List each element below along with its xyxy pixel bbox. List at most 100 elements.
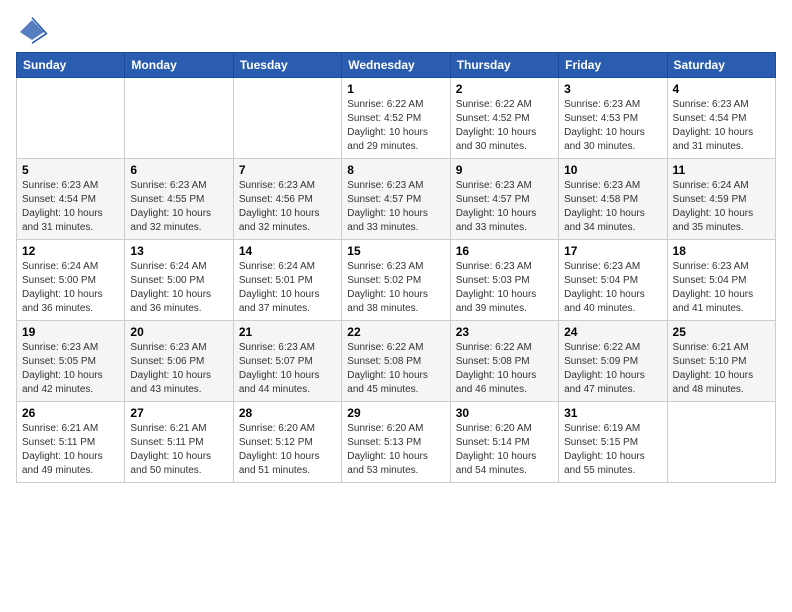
weekday-header: Sunday xyxy=(17,53,125,78)
day-info: Sunrise: 6:23 AM Sunset: 4:57 PM Dayligh… xyxy=(456,179,553,235)
calendar-cell: 8 Sunrise: 6:23 AM Sunset: 4:57 PM Daylig… xyxy=(342,159,450,240)
day-info: Sunrise: 6:23 AM Sunset: 4:54 PM Dayligh… xyxy=(22,179,119,235)
day-number: 15 xyxy=(347,244,444,258)
calendar-cell: 6 Sunrise: 6:23 AM Sunset: 4:55 PM Daylig… xyxy=(125,159,233,240)
calendar-cell: 19Sunrise: 6:23 AM Sunset: 5:05 PM Dayli… xyxy=(17,321,125,402)
calendar-cell xyxy=(125,78,233,159)
day-number: 31 xyxy=(564,406,661,420)
day-info: Sunrise: 6:24 AM Sunset: 5:00 PM Dayligh… xyxy=(22,260,119,316)
calendar-cell: 12 Sunrise: 6:24 AM Sunset: 5:00 PM Dayli… xyxy=(17,240,125,321)
day-number: 10 xyxy=(564,163,661,177)
day-info: Sunrise: 6:24 AM Sunset: 5:01 PM Dayligh… xyxy=(239,260,336,316)
day-number: 6 xyxy=(130,163,227,177)
day-info: Sunrise: 6:23 AM Sunset: 4:54 PM Dayligh… xyxy=(673,98,770,154)
day-info: Sunrise: 6:23 AM Sunset: 5:03 PM Dayligh… xyxy=(456,260,553,316)
day-info: Sunrise: 6:24 AM Sunset: 5:00 PM Dayligh… xyxy=(130,260,227,316)
calendar-cell: 9 Sunrise: 6:23 AM Sunset: 4:57 PM Daylig… xyxy=(450,159,558,240)
day-number: 19 xyxy=(22,325,119,339)
calendar-cell: 20 Sunrise: 6:23 AM Sunset: 5:06 PM Dayli… xyxy=(125,321,233,402)
calendar-cell: 4 Sunrise: 6:23 AM Sunset: 4:54 PM Daylig… xyxy=(667,78,775,159)
calendar-table: SundayMondayTuesdayWednesdayThursdayFrid… xyxy=(16,52,776,483)
weekday-header: Wednesday xyxy=(342,53,450,78)
day-info: Sunrise: 6:22 AM Sunset: 5:09 PM Dayligh… xyxy=(564,341,661,397)
day-number: 14 xyxy=(239,244,336,258)
day-number: 5 xyxy=(22,163,119,177)
calendar-cell: 21 Sunrise: 6:23 AM Sunset: 5:07 PM Dayli… xyxy=(233,321,341,402)
day-number: 22 xyxy=(347,325,444,339)
day-number: 13 xyxy=(130,244,227,258)
calendar-cell: 11 Sunrise: 6:24 AM Sunset: 4:59 PM Dayli… xyxy=(667,159,775,240)
weekday-header: Monday xyxy=(125,53,233,78)
day-info: Sunrise: 6:23 AM Sunset: 5:02 PM Dayligh… xyxy=(347,260,444,316)
day-number: 29 xyxy=(347,406,444,420)
calendar-cell: 28 Sunrise: 6:20 AM Sunset: 5:12 PM Dayli… xyxy=(233,402,341,483)
weekday-header: Saturday xyxy=(667,53,775,78)
day-info: Sunrise: 6:22 AM Sunset: 5:08 PM Dayligh… xyxy=(347,341,444,397)
day-info: Sunrise: 6:24 AM Sunset: 4:59 PM Dayligh… xyxy=(673,179,770,235)
day-number: 2 xyxy=(456,82,553,96)
calendar-week-row: 1 Sunrise: 6:22 AM Sunset: 4:52 PM Daylig… xyxy=(17,78,776,159)
day-number: 21 xyxy=(239,325,336,339)
day-info: Sunrise: 6:23 AM Sunset: 4:57 PM Dayligh… xyxy=(347,179,444,235)
day-number: 30 xyxy=(456,406,553,420)
calendar-cell: 14 Sunrise: 6:24 AM Sunset: 5:01 PM Dayli… xyxy=(233,240,341,321)
day-info: Sunrise: 6:23 AM Sunset: 4:56 PM Dayligh… xyxy=(239,179,336,235)
day-info: Sunrise: 6:21 AM Sunset: 5:11 PM Dayligh… xyxy=(22,422,119,478)
calendar-week-row: 5 Sunrise: 6:23 AM Sunset: 4:54 PM Daylig… xyxy=(17,159,776,240)
day-number: 12 xyxy=(22,244,119,258)
calendar-cell xyxy=(233,78,341,159)
calendar-cell: 26 Sunrise: 6:21 AM Sunset: 5:11 PM Dayli… xyxy=(17,402,125,483)
day-number: 26 xyxy=(22,406,119,420)
calendar-cell: 7 Sunrise: 6:23 AM Sunset: 4:56 PM Daylig… xyxy=(233,159,341,240)
calendar-cell: 31 Sunrise: 6:19 AM Sunset: 5:15 PM Dayli… xyxy=(559,402,667,483)
calendar-cell: 1 Sunrise: 6:22 AM Sunset: 4:52 PM Daylig… xyxy=(342,78,450,159)
day-info: Sunrise: 6:20 AM Sunset: 5:12 PM Dayligh… xyxy=(239,422,336,478)
calendar-cell: 24 Sunrise: 6:22 AM Sunset: 5:09 PM Dayli… xyxy=(559,321,667,402)
day-number: 7 xyxy=(239,163,336,177)
day-number: 9 xyxy=(456,163,553,177)
calendar-cell: 16 Sunrise: 6:23 AM Sunset: 5:03 PM Dayli… xyxy=(450,240,558,321)
logo xyxy=(16,16,52,44)
day-info: Sunrise: 6:23 AM Sunset: 4:55 PM Dayligh… xyxy=(130,179,227,235)
calendar-cell: 5 Sunrise: 6:23 AM Sunset: 4:54 PM Daylig… xyxy=(17,159,125,240)
weekday-header: Friday xyxy=(559,53,667,78)
day-number: 11 xyxy=(673,163,770,177)
day-info: Sunrise: 6:23 AM Sunset: 4:53 PM Dayligh… xyxy=(564,98,661,154)
day-info: Sunrise: 6:21 AM Sunset: 5:11 PM Dayligh… xyxy=(130,422,227,478)
day-number: 20 xyxy=(130,325,227,339)
day-number: 28 xyxy=(239,406,336,420)
day-number: 1 xyxy=(347,82,444,96)
day-info: Sunrise: 6:23 AM Sunset: 5:06 PM Dayligh… xyxy=(130,341,227,397)
calendar-cell: 10 Sunrise: 6:23 AM Sunset: 4:58 PM Dayli… xyxy=(559,159,667,240)
calendar-cell: 25 Sunrise: 6:21 AM Sunset: 5:10 PM Dayli… xyxy=(667,321,775,402)
day-info: Sunrise: 6:23 AM Sunset: 5:07 PM Dayligh… xyxy=(239,341,336,397)
day-info: Sunrise: 6:22 AM Sunset: 5:08 PM Dayligh… xyxy=(456,341,553,397)
day-number: 4 xyxy=(673,82,770,96)
day-info: Sunrise: 6:23 AM Sunset: 5:04 PM Dayligh… xyxy=(564,260,661,316)
calendar-header: SundayMondayTuesdayWednesdayThursdayFrid… xyxy=(17,53,776,78)
day-info: Sunrise: 6:21 AM Sunset: 5:10 PM Dayligh… xyxy=(673,341,770,397)
day-number: 18 xyxy=(673,244,770,258)
day-number: 23 xyxy=(456,325,553,339)
day-info: Sunrise: 6:19 AM Sunset: 5:15 PM Dayligh… xyxy=(564,422,661,478)
calendar-cell: 23 Sunrise: 6:22 AM Sunset: 5:08 PM Dayli… xyxy=(450,321,558,402)
weekday-header: Tuesday xyxy=(233,53,341,78)
calendar-cell xyxy=(667,402,775,483)
calendar-cell: 15 Sunrise: 6:23 AM Sunset: 5:02 PM Dayli… xyxy=(342,240,450,321)
day-info: Sunrise: 6:20 AM Sunset: 5:13 PM Dayligh… xyxy=(347,422,444,478)
day-number: 8 xyxy=(347,163,444,177)
day-number: 16 xyxy=(456,244,553,258)
day-info: Sunrise: 6:22 AM Sunset: 4:52 PM Dayligh… xyxy=(347,98,444,154)
day-number: 24 xyxy=(564,325,661,339)
calendar-cell: 2Sunrise: 6:22 AM Sunset: 4:52 PM Daylig… xyxy=(450,78,558,159)
day-number: 25 xyxy=(673,325,770,339)
weekday-header: Thursday xyxy=(450,53,558,78)
day-number: 27 xyxy=(130,406,227,420)
logo-icon xyxy=(16,16,48,44)
calendar-cell: 27 Sunrise: 6:21 AM Sunset: 5:11 PM Dayli… xyxy=(125,402,233,483)
day-info: Sunrise: 6:23 AM Sunset: 5:04 PM Dayligh… xyxy=(673,260,770,316)
day-info: Sunrise: 6:23 AM Sunset: 4:58 PM Dayligh… xyxy=(564,179,661,235)
calendar-cell xyxy=(17,78,125,159)
day-number: 17 xyxy=(564,244,661,258)
calendar-cell: 3Sunrise: 6:23 AM Sunset: 4:53 PM Daylig… xyxy=(559,78,667,159)
